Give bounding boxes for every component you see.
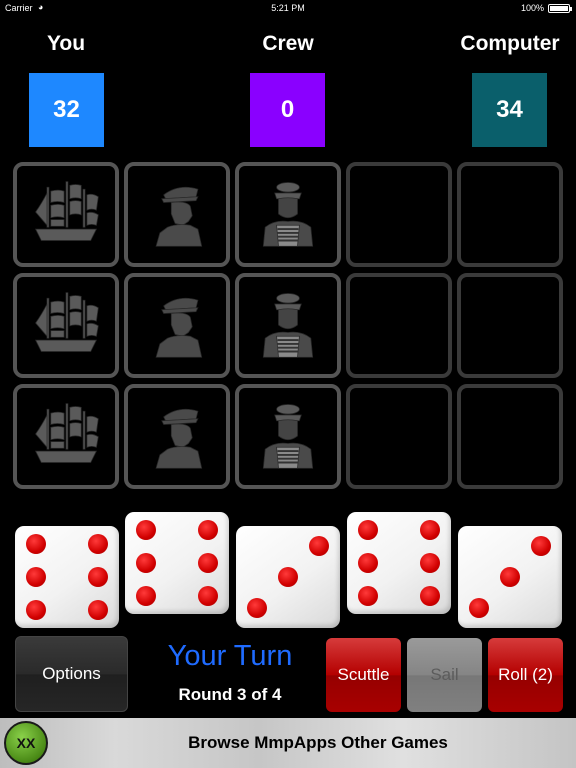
die-pip (88, 567, 109, 587)
score-box-you: 32 (29, 73, 104, 147)
turn-label: Your Turn (167, 640, 293, 672)
grid-cell (457, 162, 563, 267)
die-pip (420, 553, 441, 573)
die-pip (278, 567, 298, 587)
die-pip (357, 520, 378, 541)
battery-icon (548, 4, 572, 13)
score-box-computer: 34 (472, 73, 547, 147)
player-label-computer: Computer (460, 32, 560, 55)
die-1[interactable] (15, 526, 119, 628)
scuttle-button[interactable]: Scuttle (326, 638, 401, 712)
die-pip (420, 520, 441, 541)
die-pip (420, 585, 441, 606)
grid-cell (235, 162, 341, 267)
sail-button[interactable]: Sail (407, 638, 482, 712)
grid-cell (346, 273, 452, 378)
sailor-icon (250, 285, 326, 366)
grid-cell (124, 384, 230, 489)
die-pip (25, 534, 46, 555)
sailor-icon (250, 396, 326, 477)
grid-cell (13, 384, 119, 489)
grid-cell (346, 384, 452, 489)
die-pip (357, 553, 378, 573)
captain-icon (139, 174, 215, 255)
die-3[interactable] (236, 526, 340, 628)
die-pip (198, 520, 219, 541)
ship-icon (28, 396, 104, 477)
options-button[interactable]: Options (15, 636, 128, 712)
grid-cell (457, 384, 563, 489)
battery-percent: 100% (520, 3, 544, 13)
ship-icon (28, 174, 104, 255)
die-pip (198, 553, 219, 573)
player-label-you: You (46, 32, 86, 55)
die-pip (500, 567, 520, 587)
grid-cell (124, 273, 230, 378)
die-pip (309, 536, 330, 557)
sailor-icon (250, 174, 326, 255)
die-5[interactable] (458, 526, 562, 628)
score-box-crew: 0 (250, 73, 325, 147)
mmpapps-logo: XX (4, 721, 48, 765)
clock: 5:21 PM (271, 3, 305, 13)
grid-cell (235, 384, 341, 489)
ad-banner[interactable]: XX Browse MmpApps Other Games (0, 718, 576, 768)
die-pip (135, 553, 156, 573)
die-pip (25, 599, 46, 620)
player-label-crew: Crew (262, 32, 314, 55)
roll-button[interactable]: Roll (2) (488, 638, 563, 712)
round-label: Round 3 of 4 (178, 685, 282, 704)
die-pip (135, 585, 156, 606)
die-pip (246, 597, 267, 618)
grid-cell (346, 162, 452, 267)
die-pip (88, 534, 109, 555)
grid-cell (124, 162, 230, 267)
die-pip (531, 536, 552, 557)
die-pip (198, 585, 219, 606)
grid-cell (13, 162, 119, 267)
die-pip (468, 597, 489, 618)
grid-cell (13, 273, 119, 378)
die-pip (88, 599, 109, 620)
banner-text: Browse MmpApps Other Games (188, 733, 448, 752)
captain-icon (139, 396, 215, 477)
die-4[interactable] (347, 512, 451, 614)
die-pip (25, 567, 46, 587)
ship-icon (28, 285, 104, 366)
die-pip (135, 520, 156, 541)
grid-cell (457, 273, 563, 378)
captain-icon (139, 285, 215, 366)
grid-cell (235, 273, 341, 378)
die-2[interactable] (125, 512, 229, 614)
die-pip (357, 585, 378, 606)
status-bar: Carrier ◕ 5:21 PM 100% (0, 0, 576, 18)
